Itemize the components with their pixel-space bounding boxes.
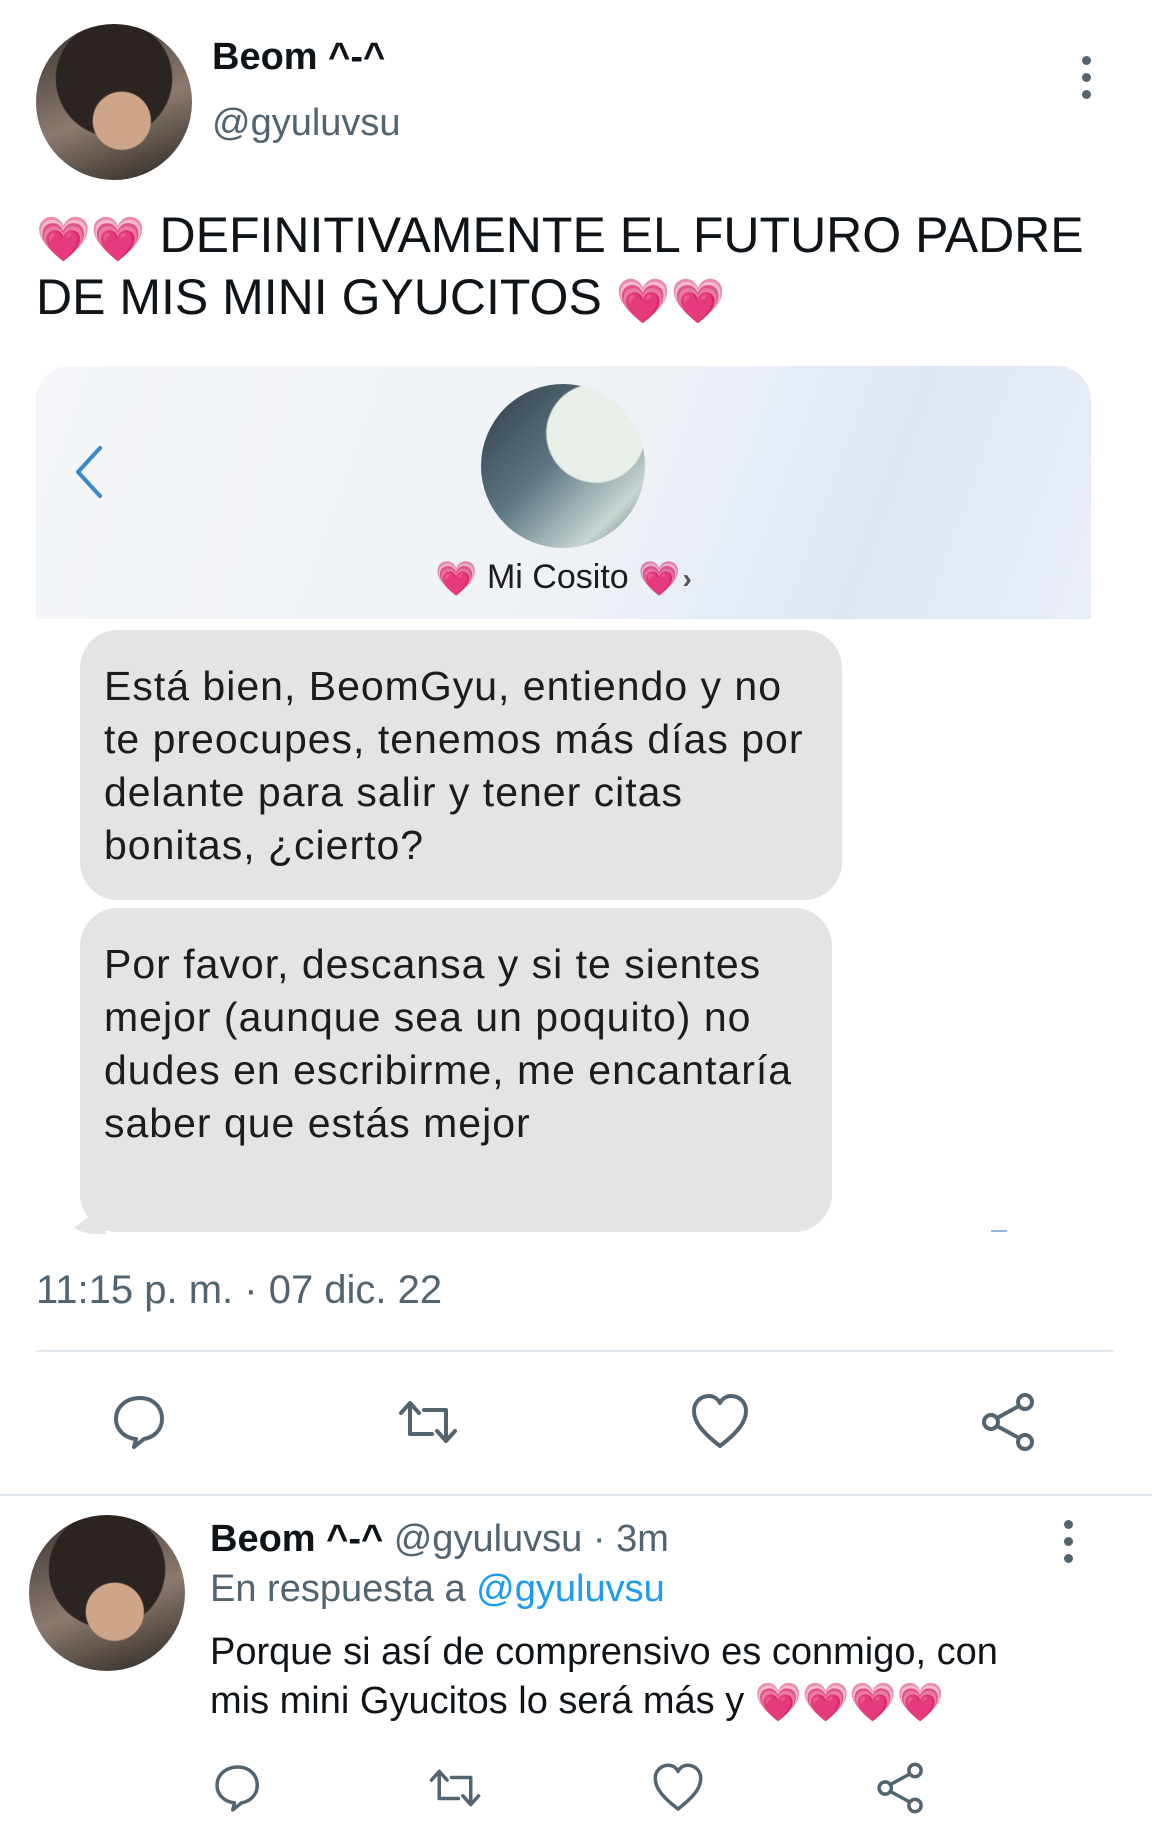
tweet-text-line2: DE MIS MINI GYUCITOS [36,269,602,325]
retweet-icon [399,1401,457,1443]
author-name[interactable]: Beom ^-^ [212,36,385,79]
like-button[interactable] [688,1390,752,1454]
reply-icon [215,1765,259,1812]
share-button[interactable] [873,1760,929,1816]
like-icon [653,1763,703,1811]
contact-name: 💗 Mi Cosito 💗› [36,558,1091,597]
chevron-right-icon: › [682,563,692,594]
heart-emoji: 💗💗 [36,215,146,264]
reply-button[interactable] [210,1760,266,1816]
divider [0,1494,1152,1496]
retweet-icon [429,1769,481,1807]
share-icon [877,1762,923,1814]
message-bubble: Está bien, BeomGyu, entiendo y no te pre… [80,630,842,900]
retweet-button[interactable] [396,1390,460,1454]
author-handle[interactable]: @gyuluvsu [212,102,401,145]
heart-emoji: 💗💗💗💗 [754,1682,945,1724]
tweet-text: 💗💗 DEFINITIVAMENTE EL FUTURO PADRE DE MI… [36,204,1126,328]
reply-to-prefix: En respuesta a [210,1568,466,1610]
decoration [991,1230,1007,1232]
heart-emoji: 💗💗 [615,277,726,326]
attached-image[interactable]: 💗 Mi Cosito 💗› Está bien, BeomGyu, entie… [36,366,1091,1236]
share-icon [982,1393,1034,1451]
reply-author-avatar[interactable] [29,1515,185,1671]
more-icon[interactable] [1062,1520,1074,1563]
contact-name-label: Mi Cosito [486,558,629,596]
author-avatar[interactable] [36,24,192,180]
reply-button[interactable] [108,1390,172,1454]
message-bubble: Por favor, descansa y si te sientes mejo… [80,908,832,1232]
heart-emoji: 💗 [435,560,478,598]
reply-time: · 3m [592,1518,669,1560]
reply-text: Porque si así de comprensivo es conmigo,… [210,1628,1130,1726]
reply-author-name[interactable]: Beom ^-^ [210,1518,383,1560]
divider [36,1350,1114,1352]
tweet-text-line1: DEFINITIVAMENTE EL FUTURO PADRE [159,207,1084,263]
heart-emoji: 💗 [638,560,681,598]
reply-icon [114,1396,164,1449]
more-icon[interactable] [1080,56,1092,99]
reply-header: Beom ^-^ @gyuluvsu · 3m [210,1518,669,1561]
like-button[interactable] [650,1760,706,1816]
reply-to-line: En respuesta a @gyuluvsu [210,1568,665,1611]
reply-text-line2: mis mini Gyucitos lo será más y [210,1680,745,1722]
contact-avatar [481,384,645,548]
back-chevron-icon [76,446,102,498]
reply-mention-link[interactable]: @gyuluvsu [476,1568,665,1610]
share-button[interactable] [977,1390,1041,1454]
retweet-button[interactable] [427,1760,483,1816]
like-icon [692,1394,748,1448]
chat-header: 💗 Mi Cosito 💗› [36,366,1091,619]
tweet-timestamp: 11:15 p. m. · 07 dic. 22 [36,1268,443,1312]
reply-author-handle[interactable]: @gyuluvsu [394,1518,583,1560]
reply-text-line1: Porque si así de comprensivo es conmigo,… [210,1631,998,1673]
